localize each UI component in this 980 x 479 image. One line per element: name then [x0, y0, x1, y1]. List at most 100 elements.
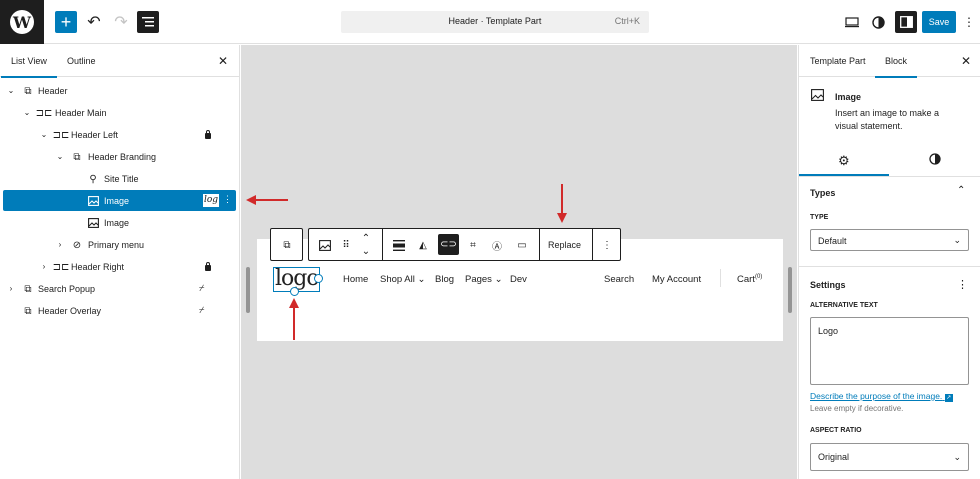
drag-handle-icon: ⠿	[342, 239, 350, 251]
tree-item-label: Primary menu	[88, 240, 145, 250]
block-type-button[interactable]	[317, 237, 333, 253]
redo-button[interactable]: ↷	[110, 11, 132, 33]
device-preview-button[interactable]	[841, 11, 863, 33]
resize-handle-right-dot[interactable]	[314, 274, 323, 283]
replace-button[interactable]: Replace	[548, 240, 581, 250]
tree-item-label: Image	[104, 196, 130, 206]
chevron-right-icon[interactable]: ›	[6, 284, 16, 293]
close-sidebar-button[interactable]: ✕	[961, 54, 971, 68]
chevron-down-icon[interactable]: ⌄	[55, 152, 65, 161]
annotation-arrow-left	[246, 195, 288, 205]
duotone-button[interactable]: ◭	[415, 237, 431, 253]
toolbar-divider	[382, 229, 383, 260]
text-overlay-button[interactable]: Ⓐ	[489, 237, 505, 253]
tree-item-primary-menu[interactable]: › ⊘ Primary menu	[3, 234, 236, 255]
wordpress-logo-icon: W	[10, 10, 34, 34]
undo-button[interactable]: ↶	[83, 11, 105, 33]
tree-item-header-overlay[interactable]: ⧉ Header Overlay ⌿	[3, 300, 236, 321]
search-link[interactable]: Search	[604, 274, 634, 285]
list-view-panel: List View Outline ✕ ⌄ ⧉ Header ⌄ ⊐⊏ Head…	[0, 45, 240, 479]
external-link-icon: ↗	[944, 394, 953, 402]
alt-text-input[interactable]: Logo	[810, 317, 969, 385]
tab-outline[interactable]: Outline	[67, 56, 96, 66]
chevron-down-icon: ⌄	[953, 452, 961, 462]
tab-block[interactable]: Block	[874, 56, 918, 78]
aspect-ratio-select[interactable]: Original ⌄	[810, 443, 969, 471]
tree-item-label: Image	[104, 218, 130, 228]
tree-item-header-right[interactable]: › ⊐⊏ Header Right	[3, 256, 236, 277]
tree-item-image[interactable]: Image	[3, 212, 236, 233]
tab-styles[interactable]	[929, 153, 941, 167]
align-button[interactable]	[391, 237, 407, 253]
text-overlay-icon: Ⓐ	[492, 241, 502, 253]
toolbar-divider	[539, 229, 540, 260]
lock-icon	[205, 130, 211, 139]
navigation-icon: ⊘	[72, 239, 82, 251]
caption-button[interactable]: ▭	[514, 237, 530, 253]
move-up-button[interactable]: ⌃	[358, 231, 374, 245]
tree-item-header[interactable]: ⌄ ⧉ Header	[3, 80, 236, 101]
close-list-view-button[interactable]: ✕	[218, 54, 228, 68]
nav-pages[interactable]: Pages ⌄	[465, 274, 503, 285]
document-overview-button[interactable]	[137, 11, 159, 33]
tree-item-image-selected[interactable]: Image log ⋮	[3, 190, 236, 211]
tree-item-header-main[interactable]: ⌄ ⊐⊏ Header Main	[3, 102, 236, 123]
settings-options-button[interactable]: ⋮	[957, 278, 968, 291]
move-down-button[interactable]: ⌄	[358, 244, 374, 258]
tab-template-part[interactable]: Template Part	[810, 56, 866, 66]
toolbar-main-group: ⠿ ⌃ ⌄ ◭ ⊂⊃ ⌗ Ⓐ ▭ Replace ⋮	[308, 228, 621, 261]
settings-panel-title[interactable]: Settings	[810, 280, 846, 290]
tree-item-header-left[interactable]: ⌄ ⊐⊏ Header Left	[3, 124, 236, 145]
tab-list-view[interactable]: List View	[1, 56, 57, 78]
types-panel-title[interactable]: Types	[810, 188, 835, 198]
nav-blog[interactable]: Blog	[435, 274, 454, 285]
type-field-label: TYPE	[810, 214, 829, 221]
resize-handle-bottom-dot[interactable]	[290, 287, 299, 296]
collapse-types-button[interactable]: ⌃	[957, 185, 965, 196]
chevron-down-icon[interactable]: ⌄	[6, 86, 16, 95]
link-button[interactable]: ⊂⊃	[438, 234, 459, 255]
drag-handle-button[interactable]: ⠿	[338, 237, 354, 253]
save-button[interactable]: Save	[922, 11, 956, 33]
chevron-down-icon[interactable]: ⌄	[39, 130, 49, 139]
nav-shop-all[interactable]: Shop All ⌄	[380, 274, 425, 285]
tree-item-label: Header	[38, 86, 68, 96]
cart-link[interactable]: Cart(0)	[737, 274, 762, 285]
aspect-ratio-value: Original	[818, 452, 850, 462]
alt-text-help-link[interactable]: Describe the purpose of the image. ↗	[810, 391, 953, 402]
command-palette-bar[interactable]: Header · Template Part Ctrl+K	[341, 11, 649, 33]
sidebar-tabs: Template Part Block ✕	[799, 45, 980, 78]
panel-divider	[799, 266, 980, 267]
document-title: Header · Template Part	[448, 16, 542, 26]
block-options-button[interactable]: ⋮	[223, 194, 232, 205]
tree-item-label: Header Right	[71, 262, 125, 272]
my-account-link[interactable]: My Account	[652, 274, 701, 285]
chevron-down-icon[interactable]: ⌄	[22, 108, 32, 117]
styles-button[interactable]	[867, 11, 889, 33]
image-icon	[811, 89, 824, 101]
template-part-icon: ⧉	[283, 239, 291, 251]
duotone-icon: ◭	[419, 239, 427, 251]
resize-handle-right[interactable]	[788, 267, 792, 313]
resize-handle-left[interactable]	[246, 267, 250, 313]
chevron-right-icon[interactable]: ›	[39, 262, 49, 271]
tree-item-label: Site Title	[104, 174, 139, 184]
nav-dev[interactable]: Dev	[510, 274, 527, 285]
editor-header: W + ↶ ↷ Header · Template Part Ctrl+K Sa…	[0, 0, 980, 44]
settings-toggle-button[interactable]	[895, 11, 917, 33]
crop-button[interactable]: ⌗	[465, 237, 481, 253]
tree-item-site-title[interactable]: ⚲ Site Title	[3, 168, 236, 189]
add-block-button[interactable]: +	[55, 11, 77, 33]
nav-home[interactable]: Home	[343, 274, 368, 285]
tree-item-search-popup[interactable]: › ⧉ Search Popup ⌿	[3, 278, 236, 299]
tree-item-label: Header Main	[55, 108, 107, 118]
hidden-icon: ⌿	[199, 305, 205, 315]
block-more-options-button[interactable]: ⋮	[599, 237, 615, 253]
type-select[interactable]: Default ⌄	[810, 229, 969, 251]
tab-settings[interactable]: ⚙	[838, 153, 850, 169]
select-parent-button[interactable]: ⧉	[279, 237, 295, 253]
options-button[interactable]: ⋮	[962, 11, 976, 33]
chevron-right-icon[interactable]: ›	[55, 240, 65, 249]
tree-item-header-branding[interactable]: ⌄ ⧉ Header Branding	[3, 146, 236, 167]
wordpress-logo-button[interactable]: W	[0, 0, 44, 44]
